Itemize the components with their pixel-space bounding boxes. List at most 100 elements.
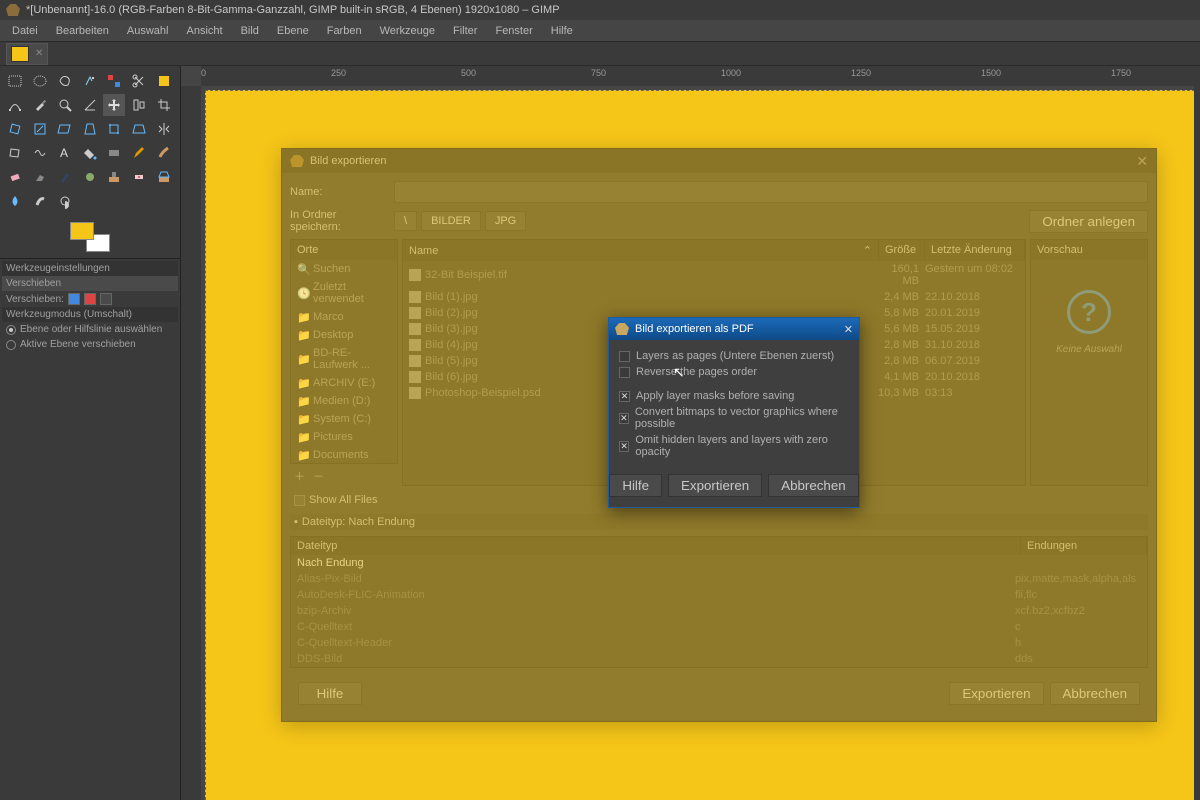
place-item[interactable]: 📁System (C:)	[291, 410, 397, 428]
crumb-jpg[interactable]: JPG	[485, 211, 526, 231]
file-row[interactable]: Bild (1).jpg2,4 MB22.10.2018	[403, 289, 1025, 305]
pdf-option[interactable]: ✕Apply layer masks before saving	[619, 388, 849, 404]
radio-move-active[interactable]	[6, 340, 16, 350]
menu-bearbeiten[interactable]: Bearbeiten	[48, 23, 117, 39]
add-place-icon[interactable]: ＋	[294, 468, 305, 484]
scissors-tool[interactable]	[128, 70, 150, 92]
image-tab[interactable]: ✕	[6, 43, 48, 65]
scale-tool[interactable]	[29, 118, 51, 140]
radio-pick-layer[interactable]	[6, 325, 16, 335]
place-item[interactable]: 📁Documents	[291, 446, 397, 464]
place-item[interactable]: 📁Desktop	[291, 326, 397, 344]
col-extensions[interactable]: Endungen	[1021, 537, 1147, 555]
cancel-button[interactable]: Abbrechen	[1050, 682, 1140, 705]
foreground-select-tool[interactable]	[153, 70, 175, 92]
col-name[interactable]: Name⌃	[403, 240, 879, 261]
cage-tool[interactable]	[4, 142, 26, 164]
by-color-select-tool[interactable]	[103, 70, 125, 92]
filetype-row[interactable]: Nach Endung	[291, 555, 1147, 571]
menu-ansicht[interactable]: Ansicht	[178, 23, 230, 39]
heal-tool[interactable]	[128, 166, 150, 188]
filetype-expander-label[interactable]: Dateityp: Nach Endung	[302, 516, 415, 528]
place-item[interactable]: 📁Pictures	[291, 428, 397, 446]
filetype-row[interactable]: C-Quelltextc	[291, 619, 1147, 635]
dodge-burn-tool[interactable]	[54, 190, 76, 212]
gradient-tool[interactable]	[103, 142, 125, 164]
pdf-option[interactable]: Reverse the pages order	[619, 364, 849, 380]
filetype-row[interactable]: bzip-Archivxcf.bz2,xcfbz2	[291, 603, 1147, 619]
paths-tool[interactable]	[4, 94, 26, 116]
close-icon[interactable]: ✕	[844, 323, 853, 336]
crumb-bilder[interactable]: BILDER	[421, 211, 481, 231]
measure-tool[interactable]	[79, 94, 101, 116]
ink-tool[interactable]	[54, 166, 76, 188]
checkbox[interactable]	[619, 351, 630, 362]
rect-select-tool[interactable]	[4, 70, 26, 92]
checkbox[interactable]: ✕	[619, 441, 629, 452]
fg-bg-swatch[interactable]	[0, 216, 180, 258]
menu-farben[interactable]: Farben	[319, 23, 370, 39]
col-size[interactable]: Größe	[879, 240, 925, 261]
zoom-tool[interactable]	[54, 94, 76, 116]
menu-bild[interactable]: Bild	[233, 23, 267, 39]
handle-transform-tool[interactable]	[128, 118, 150, 140]
pdf-option[interactable]: ✕Convert bitmaps to vector graphics wher…	[619, 404, 849, 432]
bucket-fill-tool[interactable]	[79, 142, 101, 164]
flip-tool[interactable]	[153, 118, 175, 140]
pdf-cancel-button[interactable]: Abbrechen	[768, 474, 858, 497]
menu-fenster[interactable]: Fenster	[487, 23, 540, 39]
perspective-clone-tool[interactable]	[153, 166, 175, 188]
place-item[interactable]: 🔍Suchen	[291, 260, 397, 278]
filetype-row[interactable]: Alias-Pix-Bildpix,matte,mask,alpha,als	[291, 571, 1147, 587]
filetype-row[interactable]: DDS-Bilddds	[291, 651, 1147, 667]
perspective-tool[interactable]	[79, 118, 101, 140]
checkbox[interactable]: ✕	[619, 391, 630, 402]
unified-transform-tool[interactable]	[103, 118, 125, 140]
filename-input[interactable]	[394, 181, 1148, 203]
tab-close-icon[interactable]: ✕	[35, 48, 43, 59]
clone-tool[interactable]	[103, 166, 125, 188]
rotate-tool[interactable]	[4, 118, 26, 140]
move-layer-icon[interactable]	[68, 293, 80, 305]
color-picker-tool[interactable]	[29, 94, 51, 116]
menu-datei[interactable]: Datei	[4, 23, 46, 39]
crop-tool[interactable]	[153, 94, 175, 116]
fuzzy-select-tool[interactable]	[79, 70, 101, 92]
checkbox[interactable]	[619, 367, 630, 378]
shear-tool[interactable]	[54, 118, 76, 140]
move-selection-icon[interactable]	[84, 293, 96, 305]
fg-color-swatch[interactable]	[70, 222, 94, 240]
free-select-tool[interactable]	[54, 70, 76, 92]
eraser-tool[interactable]	[4, 166, 26, 188]
filetype-row[interactable]: C-Quelltext-Headerh	[291, 635, 1147, 651]
warp-tool[interactable]	[29, 142, 51, 164]
expander-minus-icon[interactable]: ▪	[294, 516, 298, 528]
export-button[interactable]: Exportieren	[949, 682, 1043, 705]
pencil-tool[interactable]	[128, 142, 150, 164]
col-modified[interactable]: Letzte Änderung	[925, 240, 1025, 261]
col-filetype[interactable]: Dateityp	[291, 537, 1021, 555]
smudge-tool[interactable]	[29, 190, 51, 212]
place-item[interactable]: 📁Medien (D:)	[291, 392, 397, 410]
text-tool[interactable]: A	[54, 142, 76, 164]
menu-auswahl[interactable]: Auswahl	[119, 23, 177, 39]
pdf-dialog-titlebar[interactable]: Bild exportieren als PDF ✕	[609, 318, 859, 340]
menu-ebene[interactable]: Ebene	[269, 23, 317, 39]
menu-hilfe[interactable]: Hilfe	[543, 23, 581, 39]
show-all-files-checkbox[interactable]	[294, 495, 305, 506]
move-path-icon[interactable]	[100, 293, 112, 305]
mypaint-brush-tool[interactable]	[79, 166, 101, 188]
blur-tool[interactable]	[4, 190, 26, 212]
pdf-help-button[interactable]: Hilfe	[609, 474, 662, 497]
close-icon[interactable]: ✕	[1136, 153, 1148, 170]
pdf-option[interactable]: Layers as pages (Untere Ebenen zuerst)	[619, 348, 849, 364]
menu-filter[interactable]: Filter	[445, 23, 485, 39]
paintbrush-tool[interactable]	[153, 142, 175, 164]
align-tool[interactable]	[128, 94, 150, 116]
pdf-export-button[interactable]: Exportieren	[668, 474, 762, 497]
place-item[interactable]: 📁BD-RE-Laufwerk ...	[291, 344, 397, 374]
place-item[interactable]: 📁Marco	[291, 308, 397, 326]
file-row[interactable]: 32-Bit Beispiel.tif160,1 MBGestern um 08…	[403, 261, 1025, 289]
place-item[interactable]: 🕓Zuletzt verwendet	[291, 278, 397, 308]
place-item[interactable]: 📁ARCHIV (E:)	[291, 374, 397, 392]
